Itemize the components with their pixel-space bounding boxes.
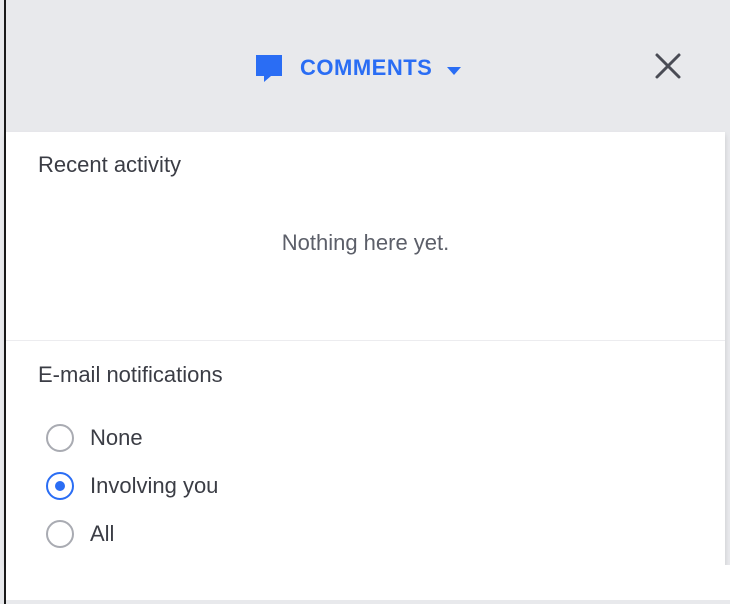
caret-down-icon bbox=[446, 63, 462, 75]
empty-state-message: Nothing here yet. bbox=[281, 230, 450, 255]
radio-option-none[interactable]: None bbox=[46, 414, 218, 462]
close-button[interactable] bbox=[646, 48, 690, 88]
radio-option-involving-you[interactable]: Involving you bbox=[46, 462, 218, 510]
recent-activity-title: Recent activity bbox=[38, 152, 182, 177]
close-icon bbox=[654, 52, 682, 85]
panel-header: COMMENTS bbox=[6, 0, 730, 132]
comments-panel-window: COMMENTS Recent activity Nothing here ye… bbox=[0, 0, 730, 604]
radio-label: Involving you bbox=[90, 473, 219, 498]
email-notifications-title: E-mail notifications bbox=[38, 362, 223, 387]
radio-label: None bbox=[90, 425, 143, 450]
radio-option-all[interactable]: All bbox=[46, 510, 218, 558]
radio-label: All bbox=[90, 521, 115, 546]
email-notification-options: None Involving you All bbox=[46, 414, 218, 558]
section-divider bbox=[6, 340, 725, 341]
bottom-strip bbox=[6, 565, 730, 600]
radio-button[interactable] bbox=[46, 520, 74, 548]
bottom-edge bbox=[6, 600, 730, 604]
comment-bubble-icon bbox=[252, 51, 286, 85]
comments-dropdown-toggle[interactable]: COMMENTS bbox=[252, 48, 462, 88]
panel-content: Recent activity Nothing here yet. E-mail… bbox=[6, 132, 725, 565]
radio-button[interactable] bbox=[46, 424, 74, 452]
radio-button-selected[interactable] bbox=[46, 472, 74, 500]
comments-label: COMMENTS bbox=[300, 55, 433, 80]
